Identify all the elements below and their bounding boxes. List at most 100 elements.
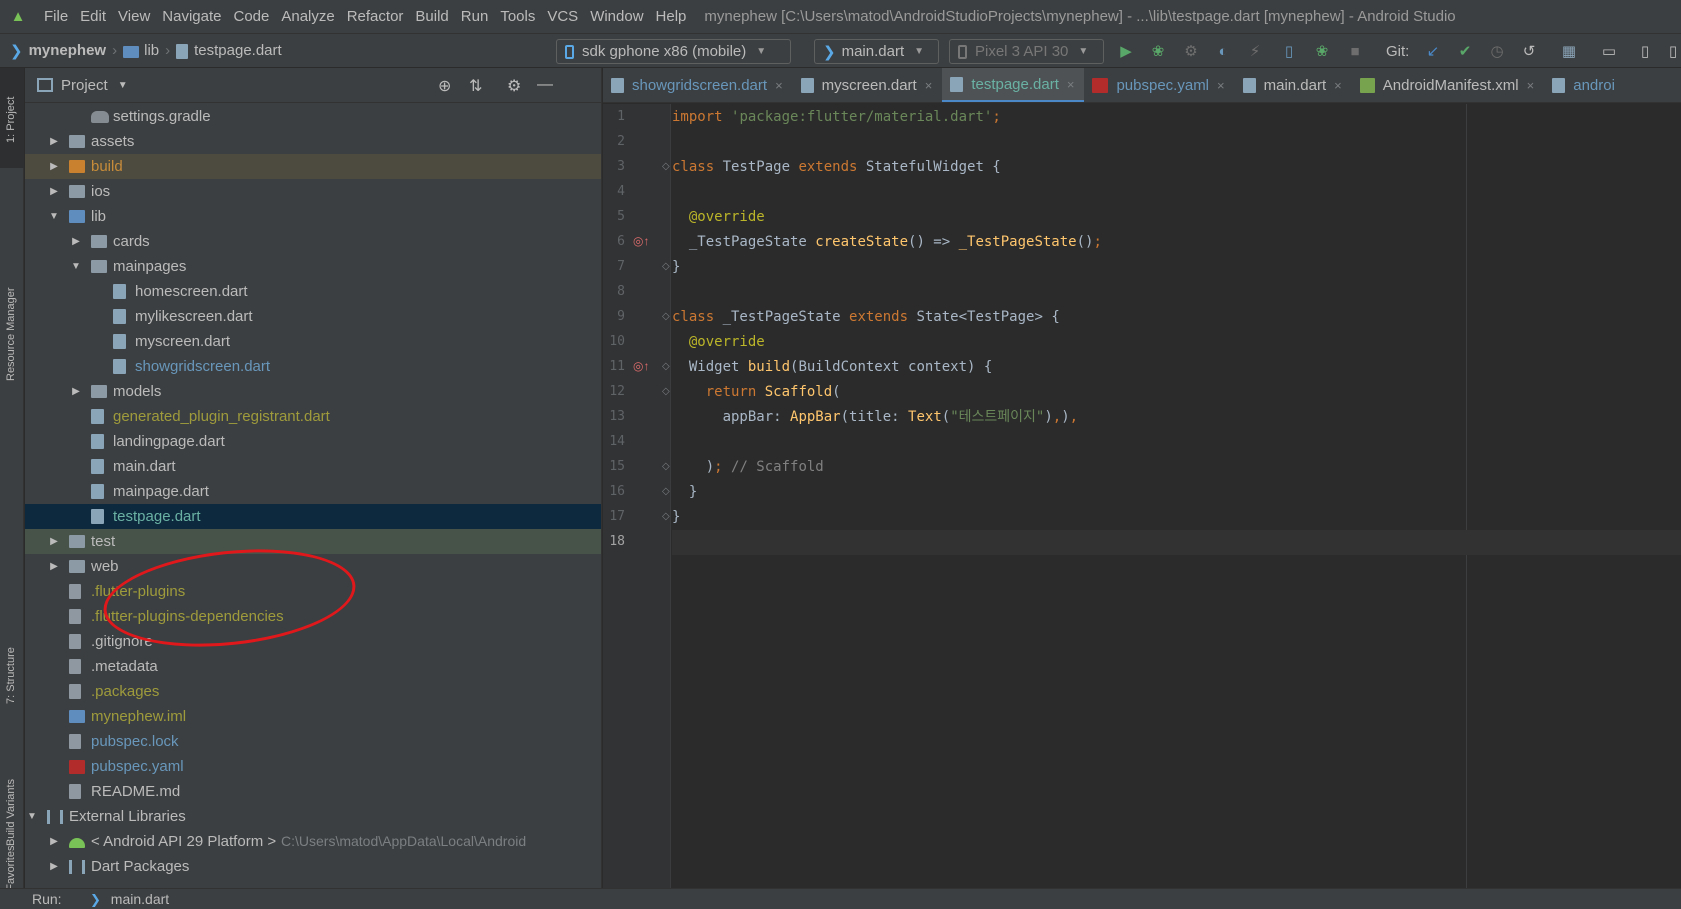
git-history-icon[interactable]: ◷	[1488, 43, 1506, 61]
device-selector[interactable]: sdk gphone x86 (mobile) ▼	[556, 39, 791, 64]
expand-arrow-right-icon[interactable]: ▶	[69, 379, 83, 404]
menu-item-tools[interactable]: Tools	[494, 8, 541, 25]
tree-item[interactable]: mainpage.dart	[25, 479, 601, 504]
tree-item[interactable]: landingpage.dart	[25, 429, 601, 454]
tree-item[interactable]: generated_plugin_registrant.dart	[25, 404, 601, 429]
expand-arrow-right-icon[interactable]: ▶	[69, 229, 83, 254]
close-icon[interactable]: ×	[1527, 78, 1535, 93]
sdk-manager-icon[interactable]: ▯	[1636, 43, 1654, 61]
menu-item-run[interactable]: Run	[455, 8, 495, 25]
expand-arrow-down-icon[interactable]: ▼	[25, 804, 39, 829]
close-icon[interactable]: ×	[1217, 78, 1225, 93]
editor-tab[interactable]: showgridscreen.dart ×	[603, 68, 793, 102]
tree-item[interactable]: mylikescreen.dart	[25, 304, 601, 329]
tree-item[interactable]: pubspec.lock	[25, 729, 601, 754]
run-config-selector[interactable]: ❯ main.dart ▼	[814, 39, 939, 64]
breadcrumb-project[interactable]: mynephew	[29, 42, 107, 59]
expand-arrow-right-icon[interactable]: ▶	[47, 854, 61, 879]
tree-item[interactable]: .gitignore	[25, 629, 601, 654]
editor-tab[interactable]: androi	[1544, 68, 1625, 102]
close-icon[interactable]: ×	[1067, 77, 1075, 92]
tree-item[interactable]: .flutter-plugins-dependencies	[25, 604, 601, 629]
tree-item[interactable]: myscreen.dart	[25, 329, 601, 354]
menu-item-refactor[interactable]: Refactor	[341, 8, 410, 25]
tree-item[interactable]: ▶ < Android API 29 Platform > C:\Users\mat…	[25, 829, 601, 854]
fold-icon[interactable]: ◇	[662, 461, 670, 472]
project-panel-title[interactable]: Project	[61, 77, 108, 94]
close-icon[interactable]: ×	[925, 78, 933, 93]
git-rollback-icon[interactable]: ↺	[1520, 43, 1538, 61]
tree-item[interactable]: ▶ ios	[25, 179, 601, 204]
expand-arrow-down-icon[interactable]: ▼	[69, 254, 83, 279]
tree-item[interactable]: showgridscreen.dart	[25, 354, 601, 379]
code-area[interactable]: import 'package:flutter/material.dart'; c…	[672, 104, 1681, 888]
tree-item[interactable]: ▶ models	[25, 379, 601, 404]
menu-item-navigate[interactable]: Navigate	[156, 8, 227, 25]
tree-item[interactable]: ▶ cards	[25, 229, 601, 254]
close-icon[interactable]: ×	[775, 78, 783, 93]
tree-item[interactable]: ▼ mainpages	[25, 254, 601, 279]
editor-tab[interactable]: AndroidManifest.xml ×	[1352, 68, 1544, 102]
tree-item[interactable]: homescreen.dart	[25, 279, 601, 304]
collapse-all-icon[interactable]: ⇅	[469, 76, 482, 96]
coverage-icon[interactable]: ⚙	[1182, 43, 1200, 61]
breadcrumb-file[interactable]: testpage.dart	[194, 42, 282, 59]
tree-item[interactable]: ▶ build	[25, 154, 601, 179]
apply-changes-icon[interactable]: ▯	[1280, 43, 1298, 61]
tool-tab-project[interactable]: 1: Project	[0, 68, 24, 168]
expand-arrow-right-icon[interactable]: ▶	[47, 554, 61, 579]
run-label[interactable]: Run:	[32, 891, 62, 907]
expand-arrow-down-icon[interactable]: ▼	[47, 204, 61, 229]
menu-item-edit[interactable]: Edit	[74, 8, 112, 25]
menu-item-view[interactable]: View	[112, 8, 156, 25]
fold-icon[interactable]: ◇	[662, 386, 670, 397]
git-update-icon[interactable]: ↙	[1424, 43, 1442, 61]
expand-arrow-right-icon[interactable]: ▶	[47, 829, 61, 854]
expand-arrow-right-icon[interactable]: ▶	[47, 179, 61, 204]
fold-icon[interactable]: ◇	[662, 361, 670, 372]
menu-item-help[interactable]: Help	[650, 8, 693, 25]
stop-icon[interactable]: ■	[1346, 43, 1364, 61]
attach-debugger-icon[interactable]: ❀	[1313, 43, 1331, 61]
avd-manager-icon[interactable]: ▭	[1600, 43, 1618, 61]
close-icon[interactable]: ×	[1334, 78, 1342, 93]
tree-item[interactable]: ▶ web	[25, 554, 601, 579]
tree-item[interactable]: ▶ assets	[25, 129, 601, 154]
tree-item[interactable]: ▼ External Libraries	[25, 804, 601, 829]
editor-tab[interactable]: testpage.dart ×	[942, 68, 1085, 102]
fold-icon[interactable]: ◇	[662, 311, 670, 322]
tree-item[interactable]: README.md	[25, 779, 601, 804]
fold-icon[interactable]: ◇	[662, 161, 670, 172]
menu-item-build[interactable]: Build	[409, 8, 454, 25]
fold-icon[interactable]: ◇	[662, 261, 670, 272]
locate-file-icon[interactable]: ⊕	[438, 76, 451, 96]
menu-item-analyze[interactable]: Analyze	[275, 8, 340, 25]
gear-icon[interactable]: ⚙	[507, 76, 521, 96]
tree-item[interactable]: settings.gradle	[25, 104, 601, 129]
tree-item[interactable]: ▶ Dart Packages	[25, 854, 601, 879]
tree-item[interactable]: ▶ test	[25, 529, 601, 554]
menu-item-window[interactable]: Window	[584, 8, 649, 25]
override-marker-icon[interactable]: ◎↑	[633, 359, 649, 373]
hot-reload-icon[interactable]: ⚡	[1246, 43, 1264, 61]
run-icon[interactable]: ▶	[1117, 43, 1135, 61]
menu-item-vcs[interactable]: VCS	[541, 8, 584, 25]
chevron-down-icon[interactable]: ▼	[118, 80, 128, 91]
project-structure-icon[interactable]: ▦	[1560, 43, 1578, 61]
tool-tab-resource-manager[interactable]: Resource Manager	[0, 183, 24, 413]
tree-item[interactable]: pubspec.yaml	[25, 754, 601, 779]
tree-item[interactable]: ▼ lib	[25, 204, 601, 229]
menu-item-file[interactable]: File	[38, 8, 74, 25]
editor-tab[interactable]: main.dart ×	[1235, 68, 1352, 102]
profile-icon[interactable]: ◐	[1214, 43, 1232, 61]
emulator-selector[interactable]: Pixel 3 API 30 ▼	[949, 39, 1104, 64]
hide-panel-icon[interactable]: —	[537, 76, 553, 94]
debug-icon[interactable]: ❀	[1149, 43, 1167, 61]
expand-arrow-right-icon[interactable]: ▶	[47, 129, 61, 154]
tree-item[interactable]: testpage.dart	[25, 504, 601, 529]
run-file-tab[interactable]: ❯ main.dart	[90, 891, 169, 908]
editor-tab[interactable]: myscreen.dart ×	[793, 68, 943, 102]
override-marker-icon[interactable]: ◎↑	[633, 234, 649, 248]
tree-item[interactable]: .packages	[25, 679, 601, 704]
fold-icon[interactable]: ◇	[662, 486, 670, 497]
